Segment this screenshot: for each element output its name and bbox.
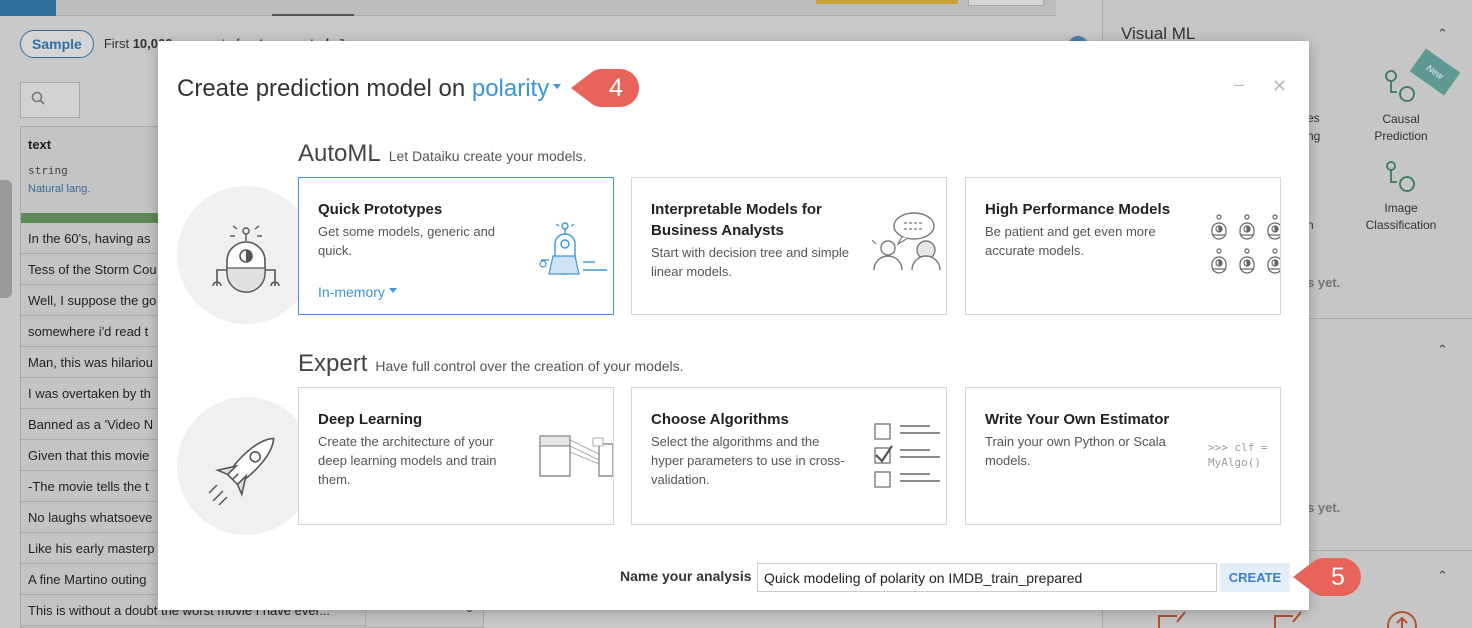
active-tab-indicator <box>272 14 354 16</box>
step-callout: 5 <box>1290 553 1366 601</box>
target-dropdown[interactable]: polarity <box>471 75 562 102</box>
sample-button[interactable]: Sample <box>20 30 94 58</box>
expert-section-title: Expert Have full control over the creatio… <box>298 350 684 378</box>
chevron-up-icon[interactable]: ⌃ <box>1437 342 1448 358</box>
secondary-button[interactable] <box>968 0 1044 6</box>
edit-icon[interactable] <box>1271 608 1305 628</box>
modal-title-prefix: Create prediction model on <box>177 75 472 102</box>
expert-title: Expert <box>298 350 368 377</box>
action-button[interactable] <box>816 0 958 4</box>
automl-section-title: AutoML Let Dataiku create your models. <box>298 140 586 168</box>
card-description: Create the architecture of your deep lea… <box>318 434 497 487</box>
empty-state-text: s yet. <box>1307 275 1341 290</box>
engine-dropdown[interactable]: In-memory <box>318 284 397 300</box>
rocket-icon <box>208 437 275 506</box>
top-toolbar <box>0 0 1056 16</box>
upload-icon[interactable] <box>1385 608 1419 628</box>
step-callout: 4 <box>568 64 644 112</box>
empty-state-text: s yet. <box>1307 500 1341 515</box>
business-analysts-icon <box>871 212 941 271</box>
chevron-up-icon[interactable]: ⌃ <box>1437 26 1448 42</box>
close-icon[interactable]: ✕ <box>1272 76 1287 97</box>
minimize-icon[interactable]: – <box>1234 74 1244 95</box>
interpretable-models-card[interactable]: Interpretable Models for Business Analys… <box>631 177 947 315</box>
create-prediction-modal: Create prediction model on polarity – ✕ … <box>158 41 1309 610</box>
modal-title: Create prediction model on polarity <box>177 75 562 103</box>
target-name: polarity <box>471 75 550 102</box>
analysis-name-input[interactable] <box>757 563 1217 592</box>
create-button[interactable]: CREATE <box>1220 563 1290 592</box>
caret-down-icon <box>388 287 397 293</box>
quick-prototypes-card[interactable]: Quick Prototypes Get some models, generi… <box>298 177 614 315</box>
left-scrollbar[interactable] <box>0 180 12 298</box>
automl-subtitle: Let Dataiku create your models. <box>388 148 587 164</box>
column-search-input[interactable] <box>20 82 80 118</box>
card-title: Write Your Own Estimator <box>985 411 1170 428</box>
card-description: Start with decision tree and simple line… <box>651 245 849 279</box>
card-description: Select the algorithms and the hyper para… <box>651 434 845 487</box>
search-icon <box>31 91 45 105</box>
causal-prediction-label[interactable]: Causal Prediction <box>1365 111 1437 145</box>
card-title: Interpretable Models for Business Analys… <box>651 201 822 239</box>
deep-learning-card[interactable]: Deep Learning Create the architecture of… <box>298 387 614 525</box>
automl-title: AutoML <box>298 140 381 167</box>
high-performance-models-card[interactable]: High Performance Models Be patient and g… <box>965 177 1281 315</box>
card-description: Train your own Python or Scala models. <box>985 434 1166 468</box>
sample-info-prefix: First <box>103 36 133 51</box>
analysis-name-label: Name your analysis <box>620 568 752 584</box>
callout-number: 4 <box>609 74 623 102</box>
caret-down-icon <box>553 84 562 90</box>
automl-robot-illustration <box>177 186 315 324</box>
chevron-up-icon[interactable]: ⌃ <box>1437 568 1448 584</box>
edit-icon[interactable] <box>1155 608 1189 628</box>
robot-team-icon <box>1211 214 1280 274</box>
expert-rocket-illustration <box>177 397 315 535</box>
card-title: Choose Algorithms <box>651 411 789 428</box>
callout-number: 5 <box>1331 563 1345 591</box>
card-title: Quick Prototypes <box>318 201 443 218</box>
card-title: High Performance Models <box>985 201 1171 218</box>
robot-icon <box>212 225 280 293</box>
code-snippet: >>> clf = MyAlgo() <box>1208 441 1268 469</box>
image-classification-label[interactable]: Image Classification <box>1359 200 1443 234</box>
write-own-estimator-card[interactable]: Write Your Own Estimator Train your own … <box>965 387 1281 525</box>
image-classification-icon <box>1386 161 1415 192</box>
card-description: Get some models, generic and quick. <box>318 224 496 258</box>
checklist-icon <box>874 423 940 488</box>
engine-label: In-memory <box>318 284 385 300</box>
expert-subtitle: Have full control over the creation of y… <box>375 358 684 374</box>
partial-label: ng <box>1307 129 1321 143</box>
neural-network-icon <box>539 435 613 477</box>
card-description: Be patient and get even more accurate mo… <box>985 224 1156 258</box>
quick-robot-icon <box>539 222 607 275</box>
card-title: Deep Learning <box>318 411 423 428</box>
choose-algorithms-card[interactable]: Choose Algorithms Select the algorithms … <box>631 387 947 525</box>
app-logo-tab[interactable] <box>0 0 56 16</box>
